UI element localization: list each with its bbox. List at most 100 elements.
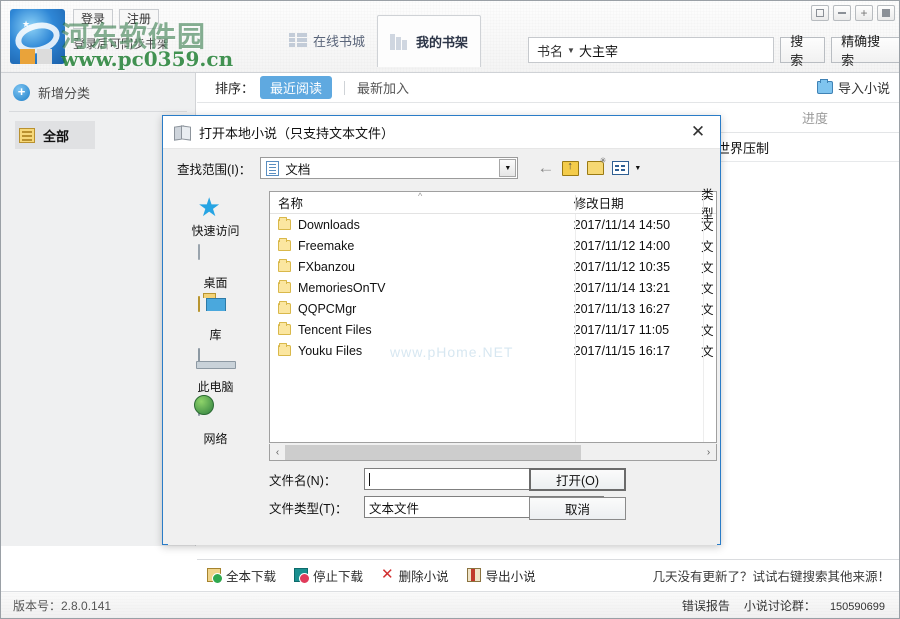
dialog-title-bar: 打开本地小说（只支持文本文件） ✕ — [163, 116, 720, 149]
error-report-link[interactable]: 错误报告 — [682, 597, 730, 614]
export-novel-button[interactable]: 导出小说 — [466, 566, 536, 585]
list-icon — [19, 127, 35, 143]
back-icon[interactable]: ← — [537, 159, 554, 176]
place-this-pc[interactable]: 此电脑 — [168, 348, 263, 399]
look-in-combo[interactable]: 文档 ▼ — [260, 157, 519, 179]
open-button[interactable]: 打开(O) — [529, 468, 626, 491]
file-list[interactable]: ^ 名称 修改日期 类型 Downloads 2017/11/14 14:50 … — [269, 188, 717, 443]
place-quick-access[interactable]: ★ 快速访问 — [168, 193, 263, 243]
dialog-buttons: 打开(O) 取消 — [529, 468, 626, 526]
scroll-right-arrow-icon[interactable]: › — [701, 447, 716, 458]
search-input[interactable]: 书名 ▼ 大主宰 — [528, 37, 775, 63]
status-bar: 版本号：2.8.0.141 错误报告 小说讨论群： 150590699 — [1, 591, 899, 618]
horizontal-scrollbar[interactable]: ‹ › — [269, 444, 717, 461]
sort-option-recent[interactable]: 最近阅读 — [260, 76, 333, 99]
chevron-down-icon[interactable]: ▼ — [499, 159, 517, 177]
sort-divider — [344, 80, 346, 95]
list-item[interactable]: Downloads 2017/11/14 14:50 文 — [270, 214, 716, 235]
file-list-rows: Downloads 2017/11/14 14:50 文 Freemake 20… — [270, 214, 716, 442]
plus-icon: + — [13, 83, 30, 101]
search-button[interactable]: 搜索 — [780, 34, 826, 68]
add-category-button[interactable]: + 新增分类 — [1, 73, 195, 111]
folder-icon — [278, 217, 291, 230]
file-date: 2017/11/17 11:05 — [573, 322, 670, 337]
desktop-icon — [197, 244, 200, 260]
import-novel-label: 导入小说 — [837, 81, 890, 96]
dialog-toolbar: ← ▼ — [537, 156, 641, 176]
list-item[interactable]: QQPCMgr 2017/11/13 16:27 文 — [270, 298, 716, 319]
place-desktop[interactable]: 桌面 — [168, 244, 263, 295]
tab-my-bookshelf-label: 我的书架 — [416, 35, 469, 50]
file-date: 2017/11/14 13:21 — [573, 280, 671, 295]
list-item[interactable]: Tencent Files 2017/11/17 11:05 文 — [270, 319, 716, 340]
place-network[interactable]: 网络 — [168, 400, 263, 451]
tab-online-bookstore[interactable]: 在线书城 — [277, 15, 377, 65]
file-name: Downloads — [298, 217, 360, 232]
download-all-button[interactable]: 全本下载 — [207, 566, 276, 585]
sync-hint-text: 登录后可同步书架 — [73, 37, 170, 51]
file-date: 2017/11/12 14:00 — [573, 238, 671, 253]
chevron-down-icon[interactable]: ▼ — [634, 165, 641, 172]
scrollbar-track[interactable] — [285, 444, 701, 460]
list-item[interactable]: Freemake 2017/11/12 14:00 文 — [270, 235, 716, 256]
books-icon — [390, 33, 410, 50]
download-all-icon — [207, 568, 223, 584]
logo-tile-orange — [20, 49, 35, 64]
sort-label: 排序： — [215, 81, 255, 96]
new-folder-icon[interactable] — [587, 156, 606, 175]
delete-icon: ✕ — [381, 566, 394, 583]
menu-button[interactable] — [811, 5, 829, 21]
exact-search-button[interactable]: 精确搜索 — [831, 34, 899, 68]
tab-my-bookshelf[interactable]: 我的书架 — [377, 15, 482, 67]
places-sidebar: ★ 快速访问 桌面 库 此电脑 网络 — [168, 191, 263, 446]
view-mode-icon[interactable] — [612, 161, 630, 175]
folder-icon — [278, 343, 291, 356]
book-title: 世界压制 — [717, 140, 770, 156]
scrollbar-thumb[interactable] — [285, 444, 581, 460]
grid-divider-1 — [575, 214, 576, 442]
delete-novel-label: 删除小说 — [398, 569, 449, 584]
minimize-button[interactable] — [833, 5, 851, 21]
stop-download-icon — [294, 568, 311, 584]
list-item[interactable]: Youku Files 2017/11/15 16:17 文 — [270, 340, 716, 361]
logo-star-icon: ★ — [22, 19, 31, 29]
folder-icon — [278, 238, 291, 251]
open-book-icon — [174, 126, 191, 138]
dialog-title: 打开本地小说（只支持文本文件） — [199, 125, 395, 141]
sidebar-item-all-label: 全部 — [43, 128, 70, 144]
sidebar-item-all[interactable]: 全部 — [15, 121, 95, 149]
list-item[interactable]: MemoriesOnTV 2017/11/14 13:21 文 — [270, 277, 716, 298]
folder-icon — [278, 322, 291, 335]
stop-download-button[interactable]: 停止下载 — [294, 566, 363, 585]
file-name: Tencent Files — [298, 322, 372, 337]
import-novel-button[interactable]: 导入小说 — [816, 78, 890, 97]
column-header-date[interactable]: 修改日期 — [574, 193, 701, 212]
column-progress: 进度 — [801, 111, 828, 126]
grid-icon — [289, 33, 307, 47]
header-divider-2 — [703, 195, 704, 211]
documents-folder-icon — [266, 160, 280, 176]
export-icon — [466, 568, 481, 582]
login-button[interactable]: 登录 — [73, 9, 114, 29]
folder-icon — [278, 259, 291, 272]
window-controls: + — [811, 5, 895, 21]
folder-icon — [278, 280, 291, 293]
place-library[interactable]: 库 — [168, 296, 263, 347]
sort-option-newest[interactable]: 最新加入 — [357, 78, 409, 97]
chevron-down-icon[interactable]: ▼ — [567, 46, 575, 55]
scroll-left-arrow-icon[interactable]: ‹ — [270, 447, 285, 458]
stop-download-label: 停止下载 — [313, 569, 364, 584]
discussion-group-number: 150590699 — [829, 600, 885, 613]
cancel-button[interactable]: 取消 — [529, 497, 626, 520]
dialog-close-button[interactable]: ✕ — [676, 116, 720, 148]
quick-access-star-icon: ★ — [197, 192, 221, 222]
delete-novel-button[interactable]: ✕ 删除小说 — [381, 566, 449, 585]
bottom-toolbar: 全本下载 停止下载 ✕ 删除小说 导出小说 几天没有更新了？试试右键搜索其他来源… — [197, 559, 899, 590]
close-button[interactable] — [877, 5, 895, 21]
register-button[interactable]: 注册 — [119, 9, 160, 29]
sidebar-divider — [9, 111, 187, 112]
maximize-button[interactable]: + — [855, 5, 873, 21]
download-all-label: 全本下载 — [226, 569, 277, 584]
list-item[interactable]: FXbanzou 2017/11/12 10:35 文 — [270, 256, 716, 277]
up-folder-icon[interactable] — [562, 160, 580, 176]
